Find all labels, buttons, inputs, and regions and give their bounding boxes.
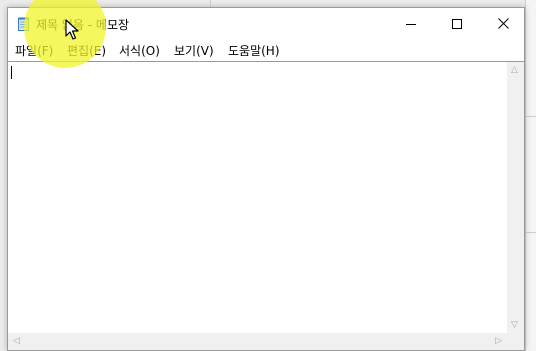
text-editor[interactable]: △ ▽ ◁ ▷ [8,61,524,350]
scroll-right-icon[interactable]: ▷ [495,337,502,346]
horizontal-scrollbar[interactable]: ◁ ▷ [8,333,507,350]
minimize-button[interactable] [388,8,434,39]
menu-help[interactable]: 도움말(H) [228,42,280,59]
scrollbar-corner [507,333,524,350]
maximize-button[interactable] [434,8,480,39]
scroll-up-icon[interactable]: △ [511,66,518,75]
menu-view[interactable]: 보기(V) [174,42,214,59]
minimize-icon [406,23,416,25]
text-caret [11,66,12,79]
scroll-down-icon[interactable]: ▽ [511,321,518,330]
mouse-pointer-icon [65,19,79,40]
menu-format[interactable]: 서식(O) [119,42,160,59]
background-panel-divider [525,232,536,233]
close-icon [497,18,509,29]
close-button[interactable] [480,8,526,39]
maximize-icon [452,18,462,29]
vertical-scrollbar[interactable]: △ ▽ [507,62,524,333]
background-panel-divider [525,116,536,117]
background-side-panel [525,0,536,351]
scroll-left-icon[interactable]: ◁ [13,337,20,346]
